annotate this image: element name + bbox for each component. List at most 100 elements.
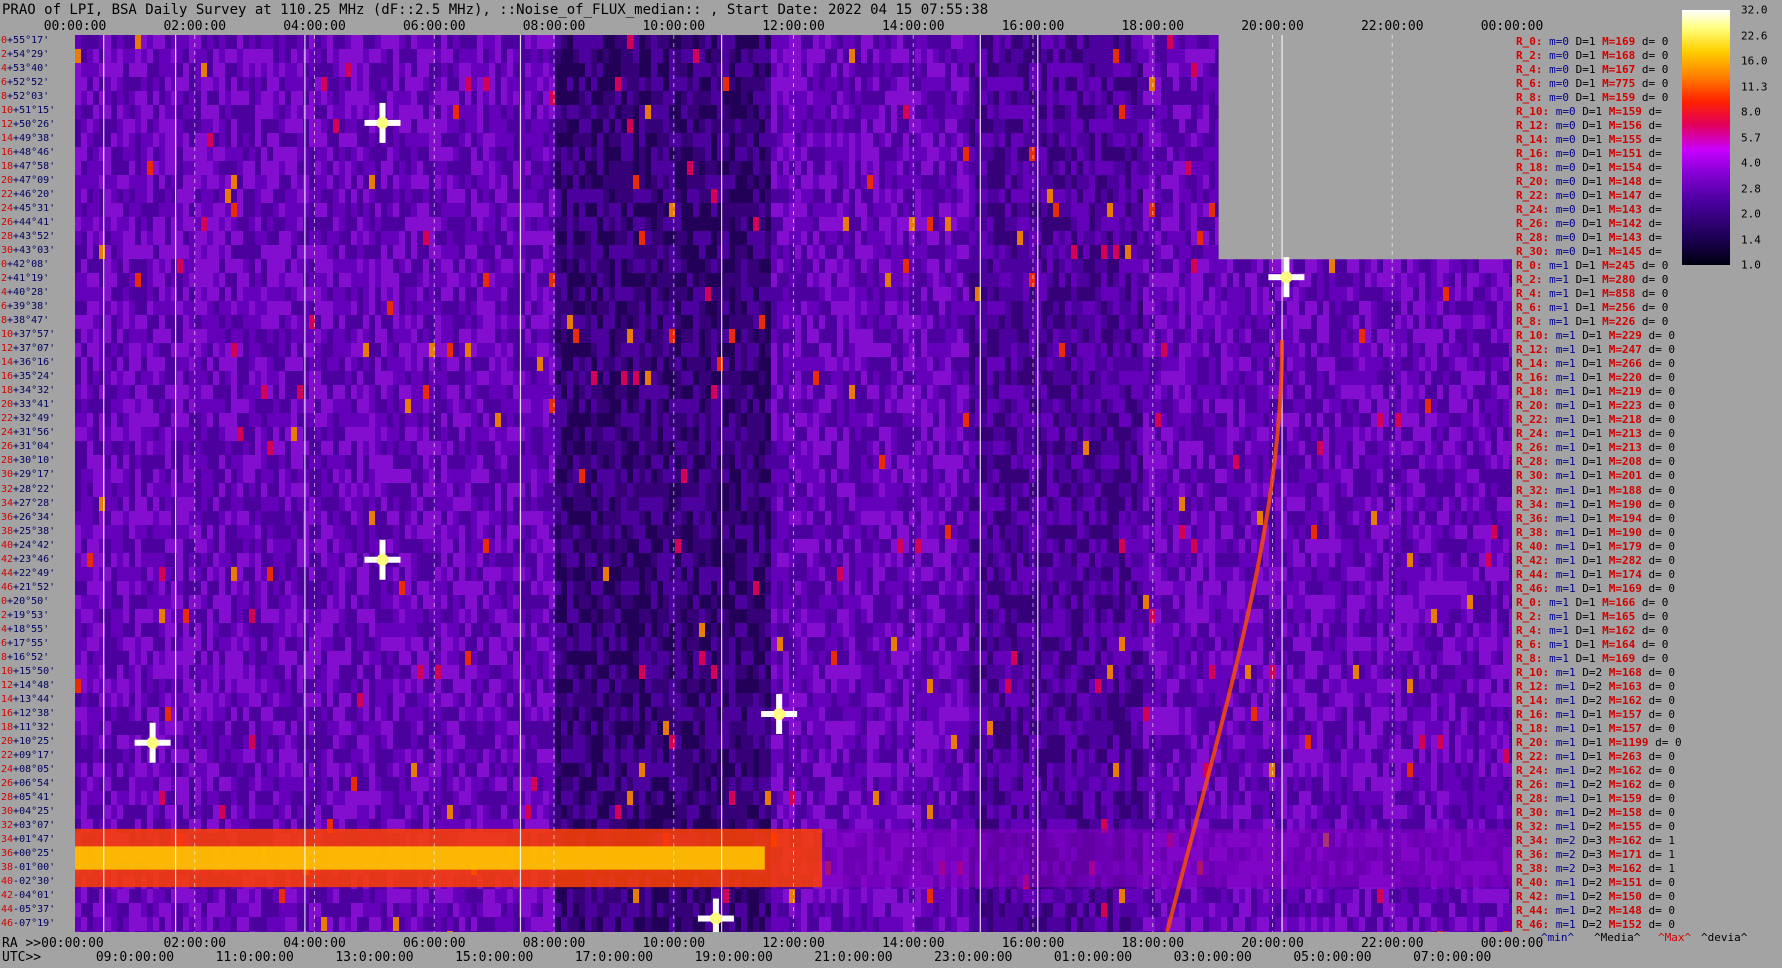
heatmap-cell (297, 707, 303, 721)
heatmap-cell (501, 805, 507, 819)
heatmap-cell (291, 525, 297, 539)
heatmap-cell (267, 469, 273, 483)
heatmap-cell (315, 161, 321, 175)
heatmap-cell (225, 315, 231, 329)
heatmap-cell (75, 343, 81, 357)
heatmap-cell (255, 399, 261, 413)
heatmap-cell (465, 651, 471, 665)
heatmap-cell (237, 147, 243, 161)
heatmap-cell (87, 329, 93, 343)
heatmap-cell (513, 371, 519, 385)
heatmap-cell (159, 273, 165, 287)
heatmap-cell (165, 637, 171, 651)
heatmap-cell (81, 609, 87, 623)
heatmap-cell (291, 231, 297, 245)
heatmap-cell (165, 357, 171, 371)
heatmap-cell (441, 623, 447, 637)
dec-label: 8+38°47' (1, 316, 49, 326)
heatmap-cell (435, 679, 441, 693)
heatmap-cell (183, 483, 189, 497)
heatmap-cell (87, 203, 93, 217)
heatmap-cell (375, 735, 381, 749)
heatmap-cell (129, 791, 135, 805)
heatmap-cell (357, 203, 363, 217)
chart-title: PRAO of LPI, BSA Daily Survey at 110.25 … (2, 2, 989, 18)
heatmap-cell (195, 483, 201, 497)
heatmap-cell (255, 189, 261, 203)
heatmap-cell (81, 483, 87, 497)
heatmap-cell (345, 931, 351, 932)
heatmap-cell (423, 175, 429, 189)
heatmap-cell (513, 259, 519, 273)
heatmap-cell (405, 511, 411, 525)
heatmap-cell (393, 441, 399, 455)
heatmap-cell (363, 203, 369, 217)
heatmap-cell (381, 301, 387, 315)
heatmap-cell (369, 567, 375, 581)
heatmap-cell (249, 441, 255, 455)
heatmap-cell (357, 581, 363, 595)
heatmap-cell (237, 245, 243, 259)
heatmap-cell (111, 63, 117, 77)
heatmap-cell (483, 175, 489, 189)
heatmap-cell (141, 287, 147, 301)
heatmap-cell (411, 147, 417, 161)
heatmap-cell (453, 595, 459, 609)
heatmap-cell (201, 609, 207, 623)
heatmap-cell (459, 553, 465, 567)
heatmap-cell (129, 259, 135, 273)
heatmap-cell (147, 49, 153, 63)
heatmap-cell (495, 595, 501, 609)
heatmap-cell (213, 385, 219, 399)
heatmap-cell (489, 105, 495, 119)
heatmap-cell (489, 483, 495, 497)
heatmap-cell (339, 161, 345, 175)
heatmap-cell (507, 287, 513, 301)
heatmap-cell (477, 595, 483, 609)
heatmap-cell (183, 623, 189, 637)
heatmap-cell (459, 469, 465, 483)
heatmap-cell (273, 371, 279, 385)
heatmap-cell (183, 917, 189, 931)
heatmap-cell (111, 553, 117, 567)
heatmap-cell (345, 637, 351, 651)
heatmap-cell (381, 791, 387, 805)
heatmap-cell (279, 371, 285, 385)
heatmap-cell (279, 35, 285, 49)
heatmap-cell (261, 203, 267, 217)
dec-value: +34°32' (13, 385, 56, 397)
heatmap-cell (297, 259, 303, 273)
heatmap-cell (105, 903, 111, 917)
heatmap-cell (189, 777, 195, 791)
heatmap-cell (219, 497, 225, 511)
heatmap-cell (165, 581, 171, 595)
heatmap-cell (399, 441, 405, 455)
heatmap-cell (117, 147, 123, 161)
heatmap-cell (153, 175, 159, 189)
heatmap-cell (453, 147, 459, 161)
heatmap-cell (123, 217, 129, 231)
heatmap-cell (159, 203, 165, 217)
dec-index: 26 (1, 441, 14, 453)
heatmap-cell (165, 693, 171, 707)
heatmap-cell (363, 49, 369, 63)
heatmap-cell (237, 679, 243, 693)
top-tick-label: 18:00:00 (1121, 19, 1185, 34)
heatmap-cell (501, 371, 507, 385)
heatmap-cell (387, 595, 393, 609)
heatmap-cell (297, 217, 303, 231)
heatmap-cell (507, 595, 513, 609)
heatmap-cell (213, 399, 219, 413)
heatmap-cell (363, 399, 369, 413)
heatmap-cell (387, 469, 393, 483)
heatmap-cell (387, 371, 393, 385)
heatmap-cell (441, 721, 447, 735)
heatmap-cell (303, 749, 309, 763)
dec-value: +18°55' (7, 623, 50, 635)
dec-label: 6+52°52' (1, 78, 49, 88)
heatmap-cell (423, 343, 429, 357)
heatmap-cell (201, 77, 207, 91)
heatmap-cell (285, 35, 291, 49)
heatmap-cell (195, 581, 201, 595)
dec-index: 26 (1, 777, 14, 789)
